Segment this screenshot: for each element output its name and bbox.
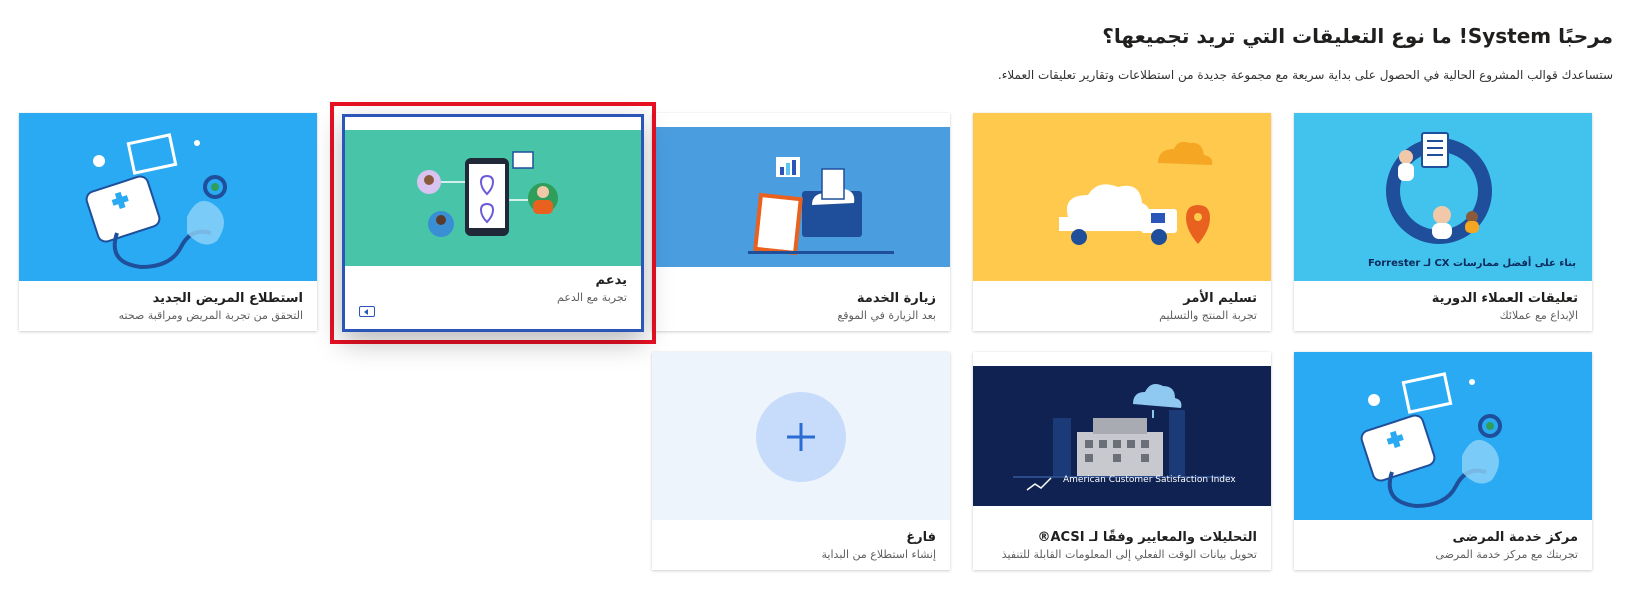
page-title: مرحبًا System! ما نوع التعليقات التي تري… (1102, 24, 1613, 48)
template-illustration (973, 352, 1271, 520)
template-illustration (1294, 352, 1592, 520)
template-name: التحليلات والمعايير وفقًا لـ ACSI® (1037, 530, 1258, 545)
acsi-banner: American Customer Satisfaction Index (1063, 475, 1236, 485)
page-subtitle: ستساعدك قوالب المشروع الحالية في الحصول … (997, 68, 1613, 82)
template-name: تعليقات العملاء الدورية (1431, 291, 1578, 306)
template-illustration (345, 130, 641, 266)
template-description: تجربة مع الدعم (557, 291, 627, 304)
template-illustration (652, 113, 950, 281)
page-header: مرحبًا System! ما نوع التعليقات التي تري… (413, 22, 1613, 84)
template-illustration (652, 352, 950, 520)
template-card-acsi-analytics[interactable]: American Customer Satisfaction Index الت… (973, 352, 1271, 570)
template-description: تحويل بيانات الوقت الفعلي إلى المعلومات … (1001, 548, 1257, 561)
template-description: الإبداع مع عملائك (1499, 309, 1578, 322)
template-description: تجربة المنتج والتسليم (1159, 309, 1257, 322)
template-name: فارغ (906, 530, 936, 545)
template-card-patient-service-center[interactable]: مركز خدمة المرضى تجربتك مع مركز خدمة الم… (1294, 352, 1592, 570)
template-name: تسليم الأمر (1183, 291, 1257, 306)
template-name: زيارة الخدمة (856, 291, 936, 306)
template-illustration (19, 113, 317, 281)
template-illustration (973, 113, 1271, 281)
template-description: التحقق من تجربة المريض ومراقبة صحته (118, 309, 303, 322)
template-card-periodic-feedback[interactable]: بناء على أفضل ممارسات CX لـ Forrester تع… (1294, 113, 1592, 331)
forrester-banner: بناء على أفضل ممارسات CX لـ Forrester (1367, 258, 1576, 269)
template-card-support[interactable]: يدعم تجربة مع الدعم (342, 114, 644, 332)
add-icon (756, 392, 846, 482)
template-card-order-delivery[interactable]: تسليم الأمر تجربة المنتج والتسليم (973, 113, 1271, 331)
template-description: تجربتك مع مركز خدمة المرضى (1435, 548, 1578, 561)
preview-icon[interactable] (359, 306, 375, 317)
template-card-blank[interactable]: فارغ إنشاء استطلاع من البداية (652, 352, 950, 570)
template-card-new-patient[interactable]: استطلاع المريض الجديد التحقق من تجربة ال… (19, 113, 317, 331)
template-description: بعد الزيارة في الموقع (837, 309, 936, 322)
template-card-service-visit[interactable]: زيارة الخدمة بعد الزيارة في الموقع (652, 113, 950, 331)
template-description: إنشاء استطلاع من البداية (821, 548, 936, 561)
template-illustration (1294, 113, 1592, 281)
template-name: يدعم (595, 273, 627, 288)
template-name: مركز خدمة المرضى (1452, 530, 1579, 545)
template-name: استطلاع المريض الجديد (152, 291, 303, 306)
